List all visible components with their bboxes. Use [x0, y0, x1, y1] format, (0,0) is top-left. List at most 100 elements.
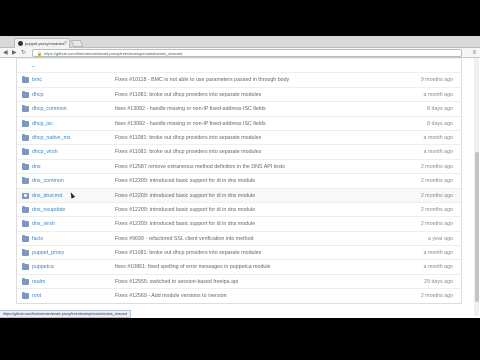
commit-age: a month ago [423, 264, 453, 271]
commit-age: 8 days ago [427, 106, 453, 113]
folder-icon [22, 220, 29, 228]
file-name-link[interactable]: dhcp_isc [32, 117, 53, 131]
file-row[interactable]: dhcp_virsh Fixes #11081: broke out dhcp p… [17, 144, 461, 158]
commit-age: a month ago [423, 149, 453, 156]
file-row[interactable]: realm Fixes #12555: switched to session-b… [17, 273, 461, 289]
file-row[interactable]: dhcp_common fixes #13082 - handle missing… [17, 101, 461, 115]
tab-title: puppet-proxy/modules [25, 41, 65, 46]
file-row[interactable]: dns Fixes #12587 remove extraneous method… [17, 158, 461, 174]
reload-icon[interactable]: ↻ [21, 49, 26, 57]
url-path: github.com/theforeman/smart-proxy/tree/d… [56, 51, 183, 56]
commit-message-link[interactable]: Fixes #12555: switched to session-based … [115, 275, 238, 289]
menu-icon[interactable]: ≡ [472, 49, 476, 57]
file-row[interactable]: dhcp_native_ms Fixes #11081: broke out dh… [17, 129, 461, 145]
parent-directory-row[interactable]: .. [17, 58, 461, 72]
commit-age: 2 months ago [420, 192, 453, 199]
folder-icon [22, 148, 29, 156]
address-bar-row: ◀ ▶ ↻ 🔒 https://github.com/theforeman/sma… [0, 48, 480, 58]
commit-age: a month ago [423, 250, 453, 257]
file-row[interactable]: puppetca fixes #10861: fixed spelling of … [17, 259, 461, 273]
new-tab-button[interactable] [70, 40, 84, 47]
file-row[interactable]: dhcp Fixes #11081: broke out dhcp provide… [17, 86, 461, 102]
file-name-link[interactable]: puppetca [32, 260, 54, 274]
parent-directory-link[interactable]: .. [32, 59, 35, 73]
back-arrow-icon[interactable]: ◀ [3, 49, 8, 57]
file-name-link[interactable]: dhcp_common [32, 102, 67, 116]
commit-message-link[interactable]: fixes #13082 - handle missing or non-IP … [115, 102, 266, 116]
commit-age: 2 months ago [420, 178, 453, 185]
folder-icon [22, 162, 29, 170]
folder-icon [22, 263, 29, 271]
folder-icon [22, 205, 29, 213]
file-row[interactable]: facts Fixes #9699 - refactored SSL client… [17, 230, 461, 246]
commit-message-link[interactable]: Fixes #12569 - Add module versions to /v… [115, 289, 227, 303]
commit-age: 9 months ago [420, 77, 453, 84]
file-name-link[interactable]: realm [32, 275, 45, 289]
commit-message-link[interactable]: Fixes #11081: broke out dhcp providers i… [115, 145, 261, 159]
commit-message-link[interactable]: Fixes #11081: broke out dhcp providers i… [115, 88, 261, 102]
browser-window: puppet-proxy/modules × ◀ ▶ ↻ 🔒 https://gi… [0, 36, 480, 318]
commit-message-link[interactable]: Fixes #9699 - refactored SSL client veri… [115, 232, 253, 246]
folder-icon [22, 90, 29, 98]
commit-age: a month ago [423, 91, 453, 98]
folder-icon [22, 277, 29, 285]
status-bar: https://github.com/theforeman/smart-prox… [0, 310, 132, 318]
file-list: .. bmc Fixes #10118 - BMC is not able to … [16, 58, 462, 304]
mouse-cursor-icon [68, 190, 76, 199]
commit-age: 2 months ago [420, 293, 453, 300]
file-name-link[interactable]: dhcp_virsh [32, 145, 58, 159]
file-row[interactable]: dns_nsupdate Fixes #12209: introduced bas… [17, 201, 461, 217]
file-row[interactable]: puppet_proxy Fixes #11081: broke out dhcp… [17, 245, 461, 259]
commit-message-link[interactable]: Fixes #12209: introduced basic support f… [115, 189, 255, 203]
folder-icon [22, 76, 29, 84]
file-name-link[interactable]: dns_nsupdate [32, 203, 65, 217]
folder-icon [22, 292, 29, 300]
file-name-link[interactable]: dns_dnscmd [32, 189, 62, 203]
file-name-link[interactable]: dns_virsh [32, 217, 55, 231]
file-name-link[interactable]: facts [32, 232, 43, 246]
file-row[interactable]: dhcp_isc fixes #13082 - handle missing or… [17, 115, 461, 131]
tab-bar: puppet-proxy/modules × [0, 36, 480, 48]
commit-age: a month ago [423, 134, 453, 141]
file-row[interactable]: bmc Fixes #10118 - BMC is not able to use… [17, 72, 461, 86]
folder-icon [22, 133, 29, 141]
folder-icon [22, 234, 29, 242]
file-row[interactable]: root Fixes #12569 - Add module versions t… [17, 288, 461, 302]
url-field[interactable]: 🔒 https://github.com/theforeman/smart-pro… [32, 49, 462, 57]
lock-icon: 🔒 [37, 51, 42, 56]
browser-tab[interactable]: puppet-proxy/modules × [14, 38, 70, 48]
commit-message-link[interactable]: fixes #13082 - handle missing or non-IP … [115, 117, 266, 131]
commit-age: 2 months ago [420, 221, 453, 228]
commit-age: 8 days ago [427, 120, 453, 127]
commit-message-link[interactable]: Fixes #11081: broke out dhcp providers i… [115, 246, 261, 260]
commit-message-link[interactable]: Fixes #12209: introduced basic support f… [115, 174, 255, 188]
commit-age: a year ago [427, 235, 453, 242]
forward-arrow-icon[interactable]: ▶ [12, 49, 17, 57]
file-name-link[interactable]: bmc [32, 73, 42, 87]
file-name-link[interactable]: root [32, 289, 41, 303]
commit-message-link[interactable]: Fixes #12587 remove extraneous method de… [115, 160, 285, 174]
file-name-link[interactable]: dns [32, 160, 41, 174]
file-name-link[interactable]: dhcp [32, 88, 44, 102]
folder-icon [22, 105, 29, 113]
commit-message-link[interactable]: Fixes #11081: broke out dhcp providers i… [115, 131, 261, 145]
file-name-link[interactable]: puppet_proxy [32, 246, 64, 260]
scrollbar-thumb[interactable] [475, 152, 479, 302]
url-scheme: https:// [43, 51, 56, 56]
commit-message-link[interactable]: fixes #10861: fixed spelling of error me… [115, 260, 270, 274]
commit-age: 2 months ago [420, 206, 453, 213]
commit-message-link[interactable]: Fixes #10118 - BMC is not able to use pa… [115, 73, 289, 87]
submodule-folder-icon [22, 192, 29, 199]
file-name-link[interactable]: dns_common [32, 174, 64, 188]
commit-message-link[interactable]: Fixes #12209: introduced basic support f… [115, 217, 255, 231]
close-tab-icon[interactable]: × [64, 39, 67, 48]
folder-icon [22, 119, 29, 127]
file-row[interactable]: dns_dnscmd Fixes #12209: introduced basic… [17, 187, 461, 203]
commit-message-link[interactable]: Fixes #12209: introduced basic support f… [115, 203, 255, 217]
commit-age: 2 months ago [420, 163, 453, 170]
folder-icon [22, 249, 29, 257]
file-row[interactable]: dns_virsh Fixes #12209: introduced basic … [17, 216, 461, 230]
folder-icon [22, 177, 29, 185]
file-name-link[interactable]: dhcp_native_ms [32, 131, 71, 145]
file-row[interactable]: dns_common Fixes #12209: introduced basic… [17, 173, 461, 187]
